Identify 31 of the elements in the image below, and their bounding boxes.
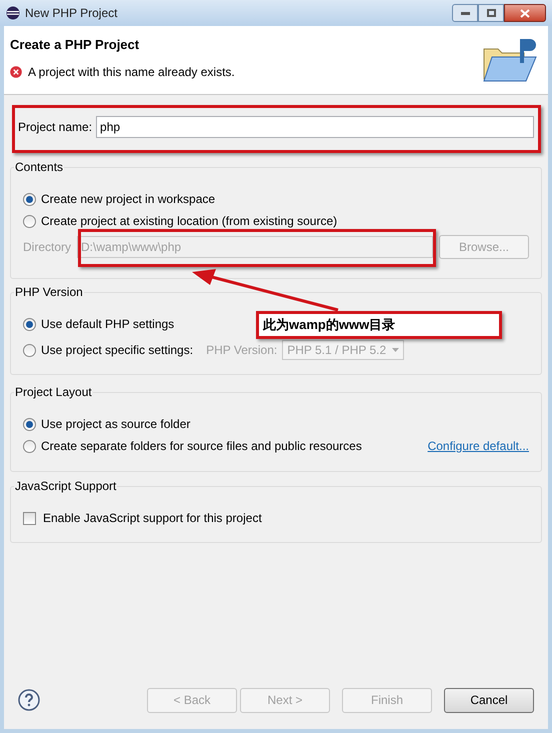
window-title: New PHP Project <box>25 5 118 22</box>
radio-label: Create new project in workspace <box>41 191 216 207</box>
minimize-button[interactable] <box>452 4 478 22</box>
radio-label: Use project specific settings: <box>41 342 194 358</box>
php-version-label: PHP Version: <box>206 342 278 358</box>
close-button[interactable] <box>504 4 546 22</box>
dropdown-arrow-icon <box>392 348 400 352</box>
radio-button[interactable] <box>23 440 36 452</box>
radio-label: Use default PHP settings <box>41 316 174 332</box>
checkbox-label: Enable JavaScript support for this project <box>43 510 262 526</box>
directory-label: Directory <box>23 239 72 255</box>
page-title: Create a PHP Project <box>10 36 140 54</box>
radio-button[interactable] <box>23 192 36 206</box>
radio-label: Use project as source folder <box>41 416 190 432</box>
error-icon <box>10 66 22 78</box>
dialog-button[interactable]: Cancel <box>444 688 534 712</box>
project-name-field[interactable]: php <box>96 116 534 138</box>
configure-default-link[interactable]: Configure default... <box>428 438 529 454</box>
help-icon[interactable] <box>18 689 40 711</box>
radio-button[interactable] <box>23 214 36 228</box>
annotation-callout: 此为wamp的www目录 <box>256 311 502 339</box>
close-icon <box>520 8 530 18</box>
radio-label: Create separate folders for source files and public resources <box>41 438 362 454</box>
checkbox[interactable] <box>23 512 36 524</box>
group-title: JavaScript Support <box>14 478 118 494</box>
radio-button[interactable] <box>23 418 36 430</box>
group-title: Project Layout <box>14 384 93 400</box>
radio-label: Create project at existing location (from existing source) <box>41 213 338 229</box>
project-name-label: Project name: <box>18 119 92 136</box>
maximize-button[interactable] <box>478 4 504 22</box>
error-message: A project with this name already exists. <box>28 64 235 80</box>
